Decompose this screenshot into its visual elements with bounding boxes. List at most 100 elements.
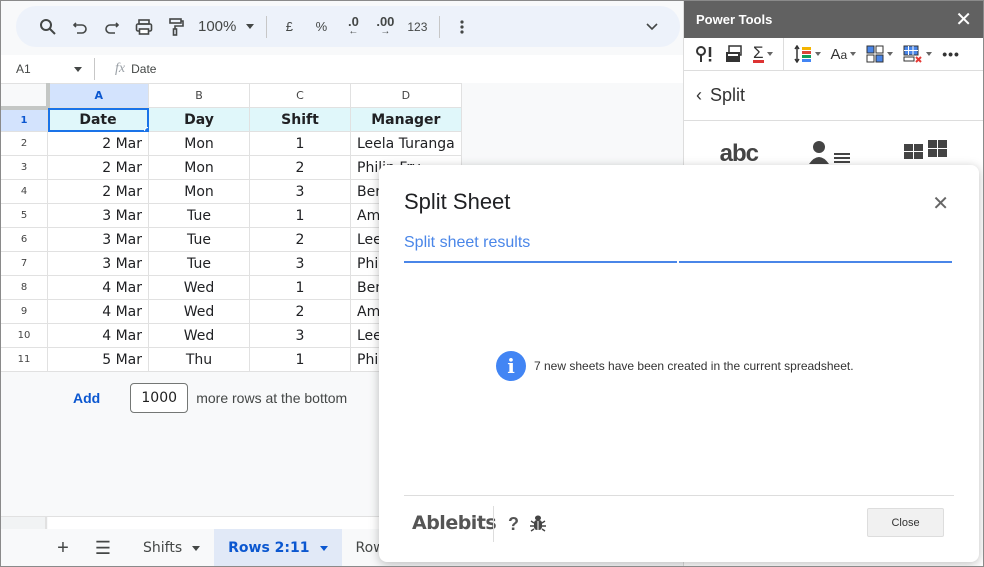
cell-a10[interactable]: 4 Mar xyxy=(47,323,149,348)
cell-b10[interactable]: Wed xyxy=(148,323,250,348)
cell-c3[interactable]: 2 xyxy=(249,155,351,180)
cell-reference: A1 xyxy=(16,62,31,76)
row-header[interactable]: 11 xyxy=(0,347,48,372)
cell-a6[interactable]: 3 Mar xyxy=(47,227,149,252)
split-text-option[interactable]: abc xyxy=(720,142,759,166)
column-header-c[interactable]: C xyxy=(249,83,351,108)
add-rows-suffix: more rows at the bottom xyxy=(196,390,348,406)
column-header-d[interactable]: D xyxy=(350,83,462,108)
cell-b3[interactable]: Mon xyxy=(148,155,250,180)
row-header[interactable]: 9 xyxy=(0,299,48,324)
row-header[interactable]: 8 xyxy=(0,275,48,300)
cell-a2[interactable]: 2 Mar xyxy=(47,131,149,156)
cell-b2[interactable]: Mon xyxy=(148,131,250,156)
add-sheet-button[interactable]: + xyxy=(43,537,83,560)
close-dialog-button[interactable]: ✕ xyxy=(932,191,949,216)
dedupe-tool[interactable] xyxy=(791,41,824,67)
row-header[interactable]: 10 xyxy=(0,323,48,348)
cell-c8[interactable]: 1 xyxy=(249,275,351,300)
increase-decimals-button[interactable]: .00 → xyxy=(369,13,401,41)
cell-a5[interactable]: 3 Mar xyxy=(47,203,149,228)
search-button[interactable] xyxy=(32,13,64,41)
number-format-button[interactable]: 123 xyxy=(401,13,433,41)
cell-b5[interactable]: Tue xyxy=(148,203,250,228)
cell-a9[interactable]: 4 Mar xyxy=(47,299,149,324)
cell-a8[interactable]: 4 Mar xyxy=(47,275,149,300)
cell-a4[interactable]: 2 Mar xyxy=(47,179,149,204)
cell-b6[interactable]: Tue xyxy=(148,227,250,252)
ablebits-logo[interactable]: Ablebits xyxy=(412,512,497,534)
chevron-down-icon[interactable] xyxy=(319,545,328,551)
row-header[interactable]: 7 xyxy=(0,251,48,276)
cell-c5[interactable]: 1 xyxy=(249,203,351,228)
cell-a3[interactable]: 2 Mar xyxy=(47,155,149,180)
undo-icon xyxy=(72,21,87,34)
plus-icon: + xyxy=(57,536,69,559)
column-header-a[interactable]: A xyxy=(47,83,149,108)
redo-button[interactable] xyxy=(96,13,128,41)
zoom-select[interactable]: 100% xyxy=(192,18,260,35)
cell-c4[interactable]: 3 xyxy=(249,179,351,204)
cell-a1[interactable]: Date xyxy=(47,107,149,132)
sheet-tab[interactable]: Rows 2:11 xyxy=(214,529,342,567)
cell-b4[interactable]: Mon xyxy=(148,179,250,204)
help-button[interactable]: ? xyxy=(508,514,519,535)
cell-b11[interactable]: Thu xyxy=(148,347,250,372)
cell-c11[interactable]: 1 xyxy=(249,347,351,372)
cell-c7[interactable]: 3 xyxy=(249,251,351,276)
chevron-down-icon[interactable] xyxy=(192,545,201,551)
row-header[interactable]: 2 xyxy=(0,131,48,156)
close-panel-button[interactable]: ✕ xyxy=(955,7,972,32)
cell-b7[interactable]: Tue xyxy=(148,251,250,276)
add-rows-button[interactable]: Add xyxy=(73,390,100,406)
chevron-down-icon xyxy=(850,52,857,56)
format-percent-button[interactable]: % xyxy=(305,13,337,41)
split-tool[interactable] xyxy=(863,41,896,67)
cell-c6[interactable]: 2 xyxy=(249,227,351,252)
report-bug-button[interactable] xyxy=(530,514,546,537)
back-to-split-button[interactable]: ‹ Split xyxy=(684,71,984,121)
formulas-tool[interactable]: Σ xyxy=(750,41,776,67)
row-header[interactable]: 3 xyxy=(0,155,48,180)
row-header[interactable]: 6 xyxy=(0,227,48,252)
row-header[interactable]: 1 xyxy=(0,107,48,132)
column-header-b[interactable]: B xyxy=(148,83,250,108)
all-sheets-button[interactable]: ☰ xyxy=(83,538,123,559)
cell-a11[interactable]: 5 Mar xyxy=(47,347,149,372)
find-replace-tool[interactable] xyxy=(692,41,718,67)
undo-button[interactable] xyxy=(64,13,96,41)
more-options-button[interactable] xyxy=(446,13,478,41)
collapse-toolbar-button[interactable] xyxy=(636,13,668,41)
merge-tool[interactable] xyxy=(722,41,746,67)
cell-d2[interactable]: Leela Turanga xyxy=(350,131,462,156)
cell-c1[interactable]: Shift xyxy=(249,107,351,132)
cell-c10[interactable]: 3 xyxy=(249,323,351,348)
cell-b9[interactable]: Wed xyxy=(148,299,250,324)
text-tool[interactable]: Aa xyxy=(828,41,860,67)
format-currency-button[interactable]: £ xyxy=(273,13,305,41)
row-header[interactable]: 4 xyxy=(0,179,48,204)
close-button[interactable]: Close xyxy=(867,508,944,537)
fill-handle[interactable] xyxy=(144,127,148,131)
cell-c9[interactable]: 2 xyxy=(249,299,351,324)
select-all-corner[interactable] xyxy=(0,83,50,110)
cell-b8[interactable]: Wed xyxy=(148,275,250,300)
name-box[interactable]: A1 xyxy=(0,62,82,76)
cell-b1[interactable]: Day xyxy=(148,107,250,132)
cell-d1[interactable]: Manager xyxy=(350,107,462,132)
decrease-decimals-button[interactable]: .0 ← xyxy=(337,13,369,41)
split-names-option[interactable] xyxy=(809,140,853,166)
sheet-tab[interactable]: Shifts xyxy=(129,529,214,567)
clear-tool[interactable] xyxy=(900,41,935,67)
formula-input[interactable]: Date xyxy=(131,62,683,76)
more-tools-button[interactable]: ••• xyxy=(939,41,963,67)
tab-split-results[interactable]: Split sheet results xyxy=(404,234,530,252)
rows-count-input[interactable] xyxy=(130,383,189,413)
split-sheet-option[interactable] xyxy=(904,140,948,166)
cell-c2[interactable]: 1 xyxy=(249,131,351,156)
row-header[interactable]: 5 xyxy=(0,203,48,228)
paint-format-button[interactable] xyxy=(160,13,192,41)
print-button[interactable] xyxy=(128,13,160,41)
close-icon: ✕ xyxy=(932,193,949,215)
cell-a7[interactable]: 3 Mar xyxy=(47,251,149,276)
